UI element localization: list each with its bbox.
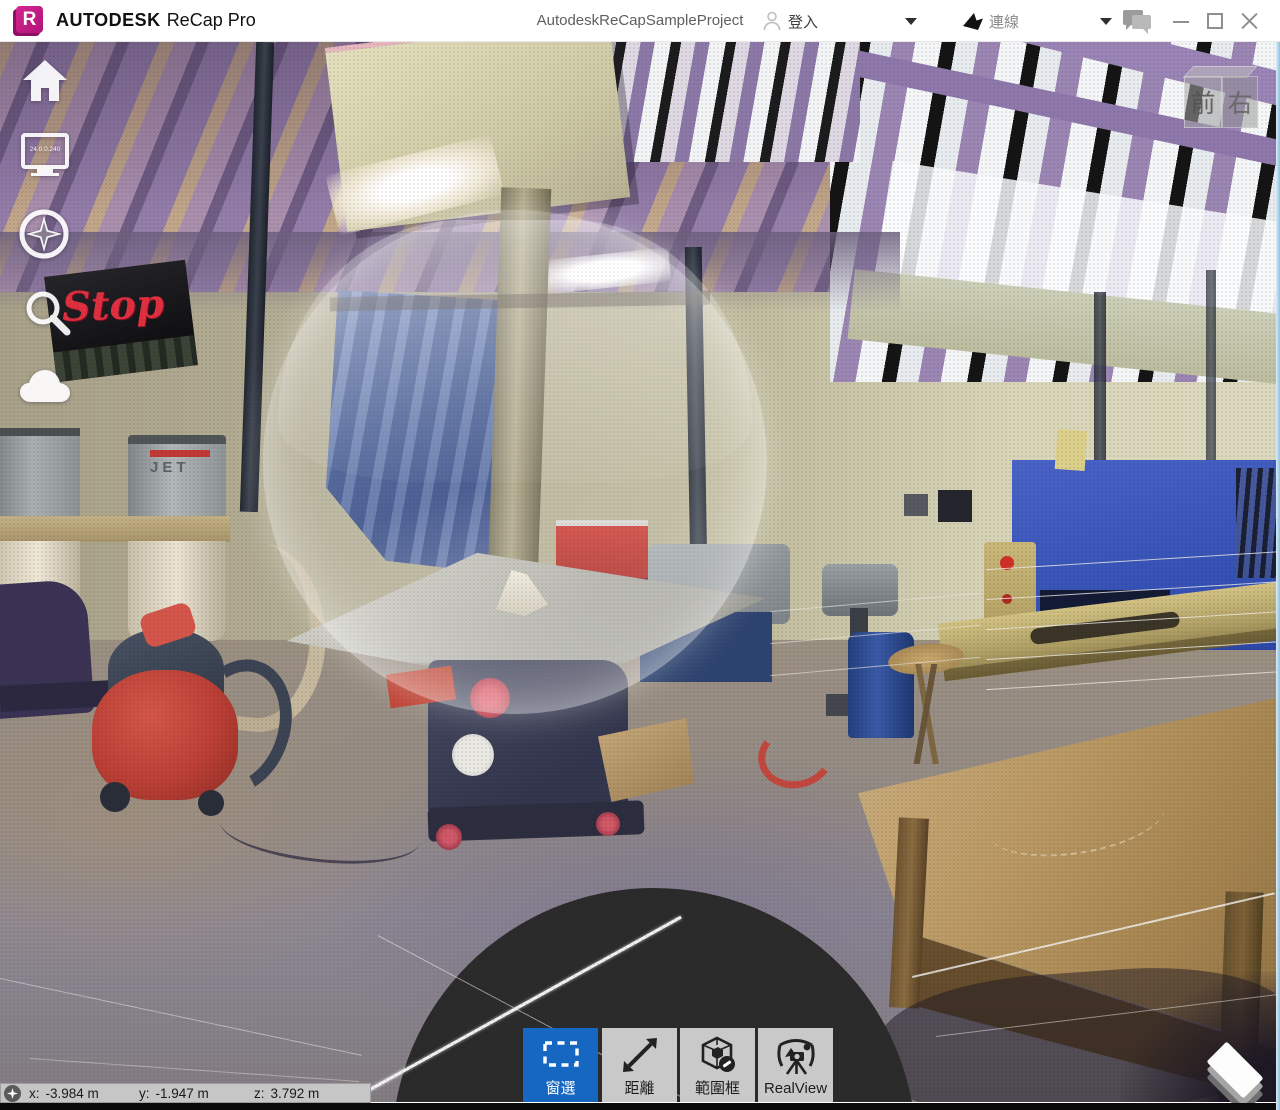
minimize-button[interactable] [1164,0,1198,42]
a360-icon [962,12,982,30]
coord-y-value: -1.947 m [156,1086,209,1101]
pointcloud-viewport[interactable]: Stop JET [0,42,1280,1102]
window-select-button[interactable]: 窗選 [523,1028,598,1102]
scene-wood-crate [598,718,694,802]
bounding-box-button[interactable]: 範圍框 [680,1028,755,1102]
bounding-box-icon [697,1035,739,1080]
scan-location-sphere[interactable] [263,210,767,714]
layers-icon[interactable] [1204,1042,1266,1100]
user-icon [763,11,781,31]
titlebar: R AUTODESK ReCap Pro AutodeskReCapSampleP… [0,0,1280,42]
recap-logo-icon: R [13,6,43,36]
scene-duct-box [325,42,630,232]
scene-lathe [984,542,1036,662]
window-select-icon [540,1035,582,1080]
brand-text: AUTODESK [56,10,161,30]
scene-dust-collector [0,428,80,516]
window-edge-highlight [1276,42,1280,1110]
bottom-strip [0,1103,1280,1110]
banner-text: Stop [61,280,165,331]
distance-measure-icon [619,1035,661,1080]
coordinate-statusbar: x: -3.984 m y: -1.947 m z: 3.792 m [0,1083,371,1103]
scene-grinder [822,564,898,616]
scene-tarp-pile [0,579,95,720]
viewcube-right-face[interactable]: 右 [1222,76,1258,128]
feedback-chat-icon[interactable] [1123,10,1153,34]
scene-stool [887,640,966,678]
coord-x-value: -3.984 m [46,1086,99,1101]
app-title: AUTODESK ReCap Pro [56,10,256,31]
scene-blue-panel [1012,460,1280,650]
scene-workbench [858,642,1280,1062]
distance-button[interactable]: 距離 [602,1028,677,1102]
version-badge: 24.0.0.240 [25,146,65,153]
close-button[interactable] [1232,0,1266,42]
sign-in-label: 登入 [788,11,818,32]
coord-z-label: z: [254,1086,265,1101]
connect-label: 連線 [989,11,1019,32]
sign-in-dropdown-caret[interactable] [905,18,917,25]
scene-shop-vacuum [108,628,224,710]
scene-stop-banner [44,260,198,383]
realview-button[interactable]: RealView [758,1028,833,1102]
coord-y-label: y: [139,1086,150,1101]
dust-collector-label: JET [150,459,190,476]
connect-dropdown-caret[interactable] [1100,18,1112,25]
coord-x-label: x: [29,1086,40,1101]
maximize-button[interactable] [1198,0,1232,42]
connect-menu[interactable]: 連線 [962,0,1019,42]
scene-blue-drum [848,632,914,738]
viewcube[interactable]: 前 右 [1184,66,1262,132]
project-title: AutodeskReCapSampleProject [500,12,780,29]
coordinates-icon [4,1085,21,1102]
viewcube-front-face[interactable]: 前 [1184,76,1222,128]
sign-in-menu[interactable]: 登入 [763,0,818,42]
product-text: ReCap Pro [167,10,256,30]
recap-window: R AUTODESK ReCap Pro AutodeskReCapSampleP… [0,0,1280,1110]
realview-icon [774,1035,818,1082]
coord-z-value: 3.792 m [271,1086,320,1101]
